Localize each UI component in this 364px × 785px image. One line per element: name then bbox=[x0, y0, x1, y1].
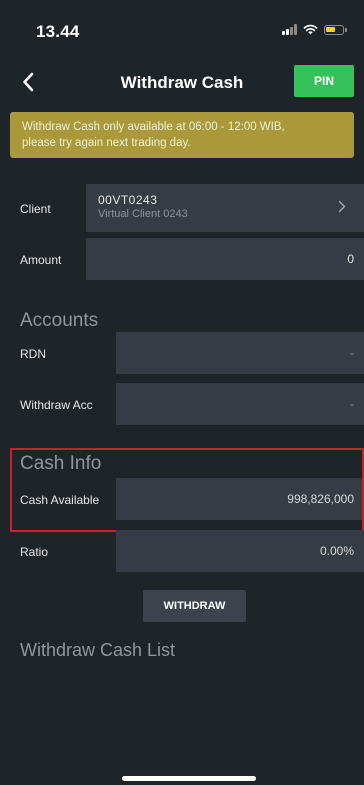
ratio-field: 0.00% bbox=[116, 530, 364, 572]
chevron-right-icon bbox=[338, 200, 346, 213]
client-name: Virtual Client 0243 bbox=[98, 208, 188, 220]
status-bar: 13.44 bbox=[0, 0, 364, 56]
amount-input[interactable] bbox=[86, 238, 364, 280]
cash-info-section-title: Cash Info bbox=[20, 453, 102, 474]
rdn-field: - bbox=[116, 332, 364, 374]
withdraw-button[interactable]: WITHDRAW bbox=[143, 590, 246, 622]
status-time: 13.44 bbox=[36, 22, 80, 41]
banner-line-1: Withdraw Cash only available at 06:00 - … bbox=[22, 121, 285, 133]
pin-button[interactable]: PIN bbox=[294, 65, 354, 97]
cash-available-field: 998,826,000 bbox=[116, 478, 364, 520]
rdn-value: - bbox=[350, 346, 354, 360]
client-code: 00VT0243 bbox=[98, 193, 158, 207]
withdraw-acc-label: Withdraw Acc bbox=[20, 398, 93, 412]
nav-bar: Withdraw Cash PIN bbox=[0, 56, 364, 108]
ratio-label: Ratio bbox=[20, 545, 49, 559]
availability-warning-banner: Withdraw Cash only available at 06:00 - … bbox=[10, 112, 354, 158]
status-icons bbox=[282, 24, 347, 35]
amount-label: Amount bbox=[20, 253, 62, 267]
rdn-label: RDN bbox=[20, 347, 46, 361]
accounts-section-title: Accounts bbox=[20, 310, 99, 331]
cash-available-value: 998,826,000 bbox=[287, 492, 354, 506]
wifi-icon bbox=[303, 24, 318, 35]
cash-available-label: Cash Available bbox=[20, 493, 100, 507]
battery-icon bbox=[324, 24, 347, 35]
withdraw-acc-field[interactable]: - bbox=[116, 383, 364, 425]
home-indicator[interactable] bbox=[122, 776, 256, 781]
withdraw-acc-value: - bbox=[350, 397, 354, 411]
signal-icon bbox=[282, 24, 297, 35]
client-selector[interactable]: 00VT0243 Virtual Client 0243 bbox=[86, 184, 364, 232]
client-label: Client bbox=[20, 202, 51, 216]
ratio-value: 0.00% bbox=[319, 544, 354, 558]
banner-line-2: please try again next trading day. bbox=[22, 137, 191, 149]
amount-field-box bbox=[86, 238, 364, 280]
withdraw-cash-list-title: Withdraw Cash List bbox=[20, 640, 176, 660]
